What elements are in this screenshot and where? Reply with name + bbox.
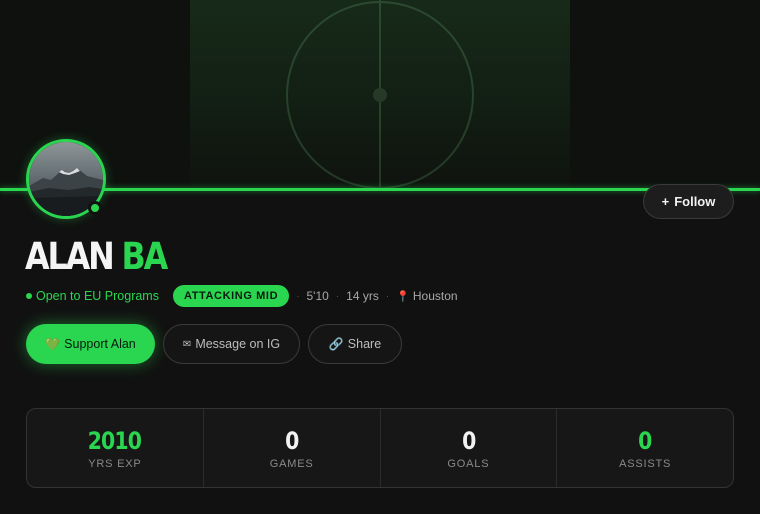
player-location: Houston [412, 289, 458, 303]
link-icon: 🔗 [328, 337, 344, 351]
player-age: 14 yrs [346, 289, 379, 303]
cover-banner [0, 0, 760, 190]
location-pin-icon: 📍 [396, 290, 410, 303]
envelope-icon: ✉ [182, 338, 192, 350]
separator-dot: · [385, 290, 390, 302]
plus-icon: + [661, 194, 670, 209]
stat-value: 0 [284, 426, 299, 455]
separator-dot: · [296, 290, 300, 302]
follow-button[interactable]: + Follow [643, 184, 734, 219]
green-heart-icon: 💚 [45, 337, 61, 351]
stat-games: 0 GAMES [204, 409, 381, 487]
player-meta-row: Open to EU Programs ATTACKING MID · 5'10… [26, 285, 458, 307]
message-label: Message on IG [195, 337, 281, 351]
stat-label: GOALS [447, 457, 490, 470]
profile-page: + Follow ALAN BA Open to EU Programs ATT… [0, 0, 760, 514]
support-label: Support Alan [64, 337, 136, 351]
stat-value: 2010 [88, 426, 142, 455]
separator-dot: · [335, 290, 340, 302]
share-button[interactable]: 🔗 Share [308, 324, 402, 364]
availability-status: Open to EU Programs [36, 289, 159, 303]
online-status-dot [88, 201, 102, 215]
stat-value: 0 [461, 426, 476, 455]
follow-label: Follow [674, 194, 716, 209]
cover-fade [0, 0, 760, 190]
first-name: ALAN [25, 235, 115, 278]
stat-assists: 0 ASSISTS [557, 409, 733, 487]
player-height: 5'10 [306, 289, 329, 303]
stat-goals: 0 GOALS [381, 409, 558, 487]
stat-value: 0 [638, 426, 652, 455]
stat-label: GAMES [269, 457, 314, 470]
stats-panel: 2010 YRS EXP 0 GAMES 0 GOALS 0 ASSISTS [26, 408, 734, 488]
share-label: Share [347, 337, 382, 351]
message-instagram-button[interactable]: ✉ Message on IG [163, 324, 300, 364]
avatar-container[interactable] [26, 139, 106, 219]
status-dot-icon [26, 293, 32, 299]
stat-label: YRS EXP [88, 457, 142, 470]
player-name: ALAN BA [25, 235, 169, 278]
stat-label: ASSISTS [619, 457, 672, 470]
position-badge: ATTACKING MID [172, 285, 290, 307]
last-name: BA [121, 235, 169, 278]
support-button[interactable]: 💚 Support Alan [26, 324, 155, 364]
stat-years-experience: 2010 YRS EXP [27, 409, 204, 487]
